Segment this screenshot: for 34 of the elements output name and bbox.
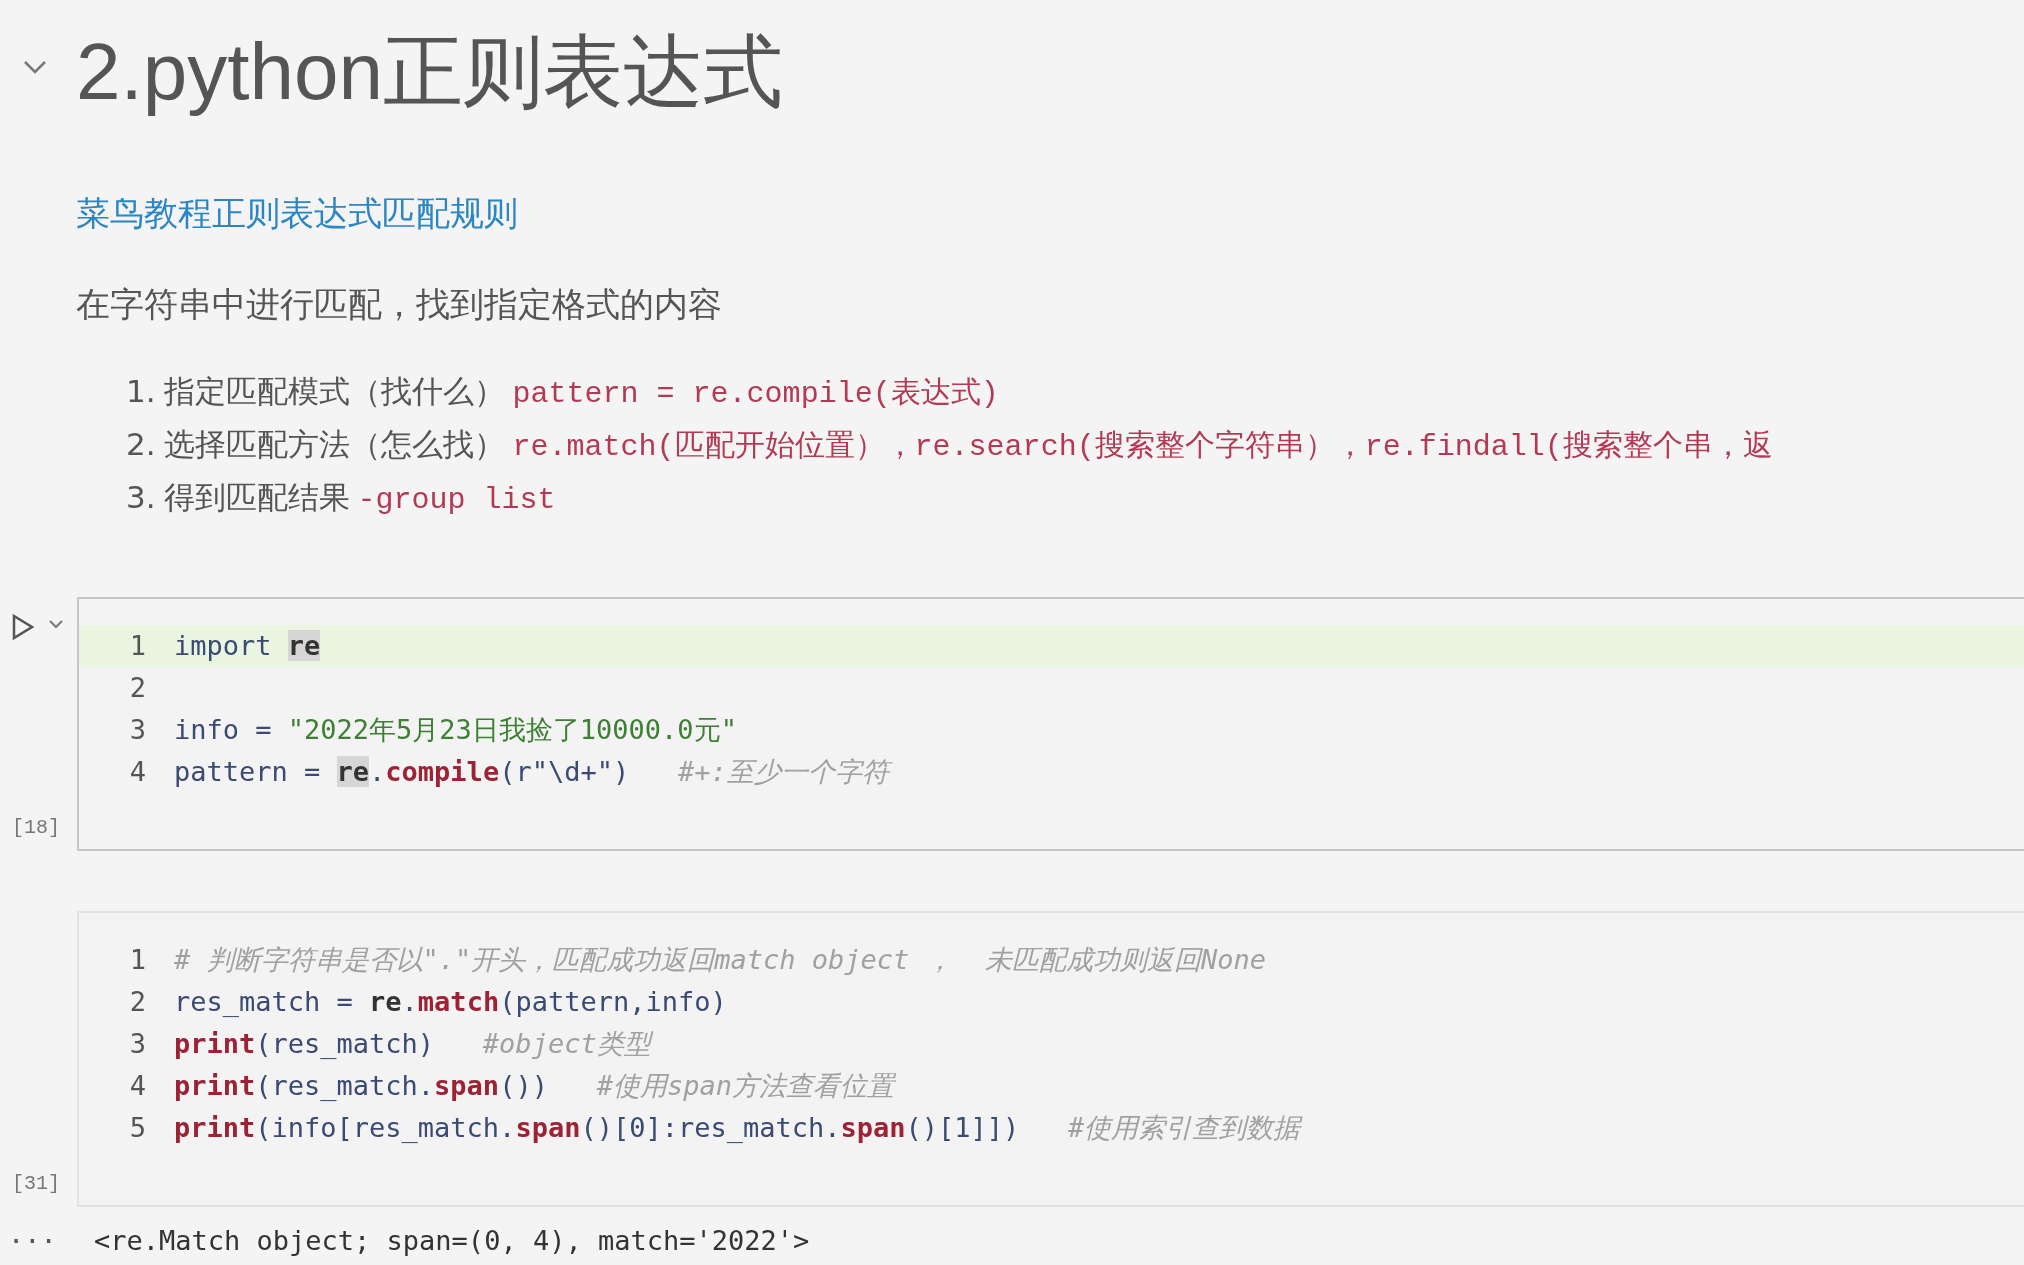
- list-number: 2.: [126, 425, 156, 464]
- line-number: 3: [128, 712, 147, 747]
- line-number: 4: [128, 754, 147, 789]
- execution-count: [31]: [12, 1171, 60, 1197]
- tutorial-link[interactable]: 菜鸟教程正则表达式匹配规则: [76, 188, 518, 239]
- code-line: import re: [174, 628, 321, 663]
- step-text: 指定匹配模式（找什么）: [163, 372, 505, 411]
- chevron-down-icon[interactable]: [22, 58, 48, 76]
- line-number: 1: [128, 628, 147, 663]
- list-number: 1.: [126, 372, 156, 411]
- code-line: res_match = re.match(pattern,info): [174, 984, 727, 1019]
- code-editor[interactable]: 1 import re 2 3 info = "2022年5月23日我捡了10000.0元" 4 pattern = re.compile(r"\d+") #+:至少一个字符: [77, 597, 2024, 851]
- execution-count: [18]: [12, 815, 60, 841]
- line-number: 5: [128, 1110, 147, 1145]
- line-number: 4: [128, 1068, 147, 1103]
- inline-code: re.match(匹配开始位置），re.search(搜索整个字符串），re.findall(搜索整个串，返: [512, 428, 1773, 466]
- run-icon[interactable]: [10, 613, 36, 641]
- output-menu[interactable]: ···: [0, 1221, 94, 1262]
- line-number: 3: [128, 1026, 147, 1061]
- code-line: # 判断字符串是否以"."开头，匹配成功返回match object ， 未匹配成功则返回None: [174, 942, 1267, 977]
- line-number: 1: [128, 942, 147, 977]
- line-number: 2: [128, 984, 147, 1019]
- inline-code: pattern = re.compile(表达式): [512, 376, 999, 413]
- chevron-down-icon[interactable]: [48, 619, 64, 629]
- step-text: 得到匹配结果: [163, 478, 350, 517]
- paragraph-text: 在字符串中进行匹配，找到指定格式的内容: [76, 283, 723, 326]
- code-line: info = "2022年5月23日我捡了10000.0元": [174, 712, 737, 747]
- section-heading: 2.python正则表达式: [76, 28, 783, 116]
- step-text: 选择匹配方法（怎么找）: [163, 425, 505, 464]
- inline-code: -group list: [357, 482, 556, 519]
- list-number: 3.: [126, 478, 156, 517]
- output-text: <re.Match object; span=(0, 4), match='2022'>: [94, 1224, 810, 1258]
- code-line: print(info[res_match.span()[0]:res_match.span()[1]]) #使用索引查到数据: [174, 1110, 1301, 1145]
- line-number: 2: [128, 670, 147, 705]
